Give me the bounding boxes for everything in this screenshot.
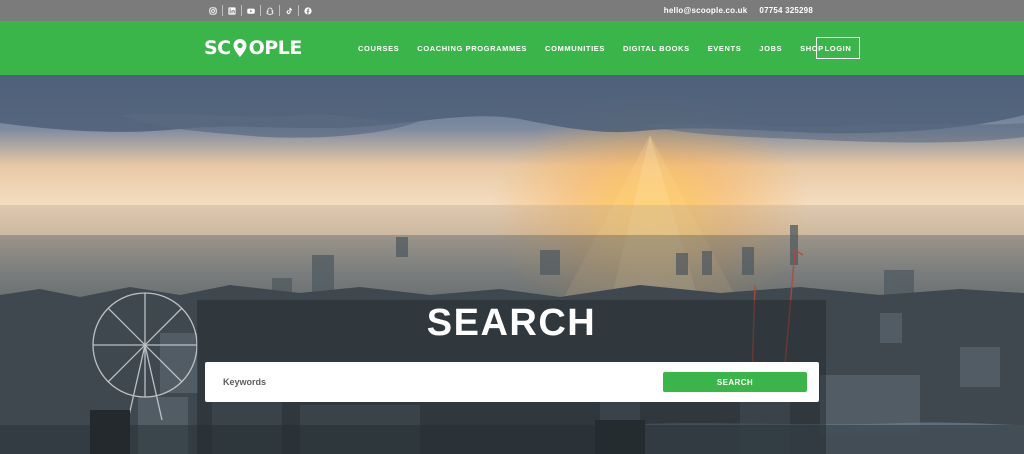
search-heading: SEARCH [426,302,597,344]
tiktok-icon[interactable] [282,0,296,21]
youtube-icon[interactable] [244,0,258,21]
nav-menu: COURSES COACHING PROGRAMMES COMMUNITIES … [358,21,842,75]
login-button[interactable]: LOGIN [816,37,860,59]
nav-item-communities[interactable]: COMMUNITIES [545,44,605,53]
scoople-logo[interactable]: SC OPLE [204,36,302,60]
search-button[interactable]: SEARCH [663,372,807,392]
search-form: SEARCH [205,362,819,402]
snapchat-icon[interactable] [263,0,277,21]
facebook-icon[interactable] [301,0,315,21]
contact-info: hello@scoople.co.uk 07754 325298 [664,0,813,21]
divider [260,5,261,16]
linkedin-icon[interactable] [225,0,239,21]
nav-item-coaching-programmes[interactable]: COACHING PROGRAMMES [417,44,527,53]
nav-item-courses[interactable]: COURSES [358,44,399,53]
nav-item-jobs[interactable]: JOBS [759,44,782,53]
phone-link[interactable]: 07754 325298 [759,6,813,15]
divider [222,5,223,16]
logo-text-left: SC [204,37,231,59]
email-link[interactable]: hello@scoople.co.uk [664,6,748,15]
main-nav: SC OPLE COURSES COACHING PROGRAMMES COMM… [0,21,1024,75]
logo-text-right: OPLE [248,37,303,59]
nav-item-events[interactable]: EVENTS [708,44,742,53]
social-links [206,0,315,21]
nav-item-digital-books[interactable]: DIGITAL BOOKS [623,44,690,53]
instagram-icon[interactable] [206,0,220,21]
top-bar: hello@scoople.co.uk 07754 325298 [0,0,1024,21]
divider [298,5,299,16]
keywords-input[interactable] [223,372,643,392]
location-pin-icon [232,38,248,62]
divider [279,5,280,16]
divider [241,5,242,16]
